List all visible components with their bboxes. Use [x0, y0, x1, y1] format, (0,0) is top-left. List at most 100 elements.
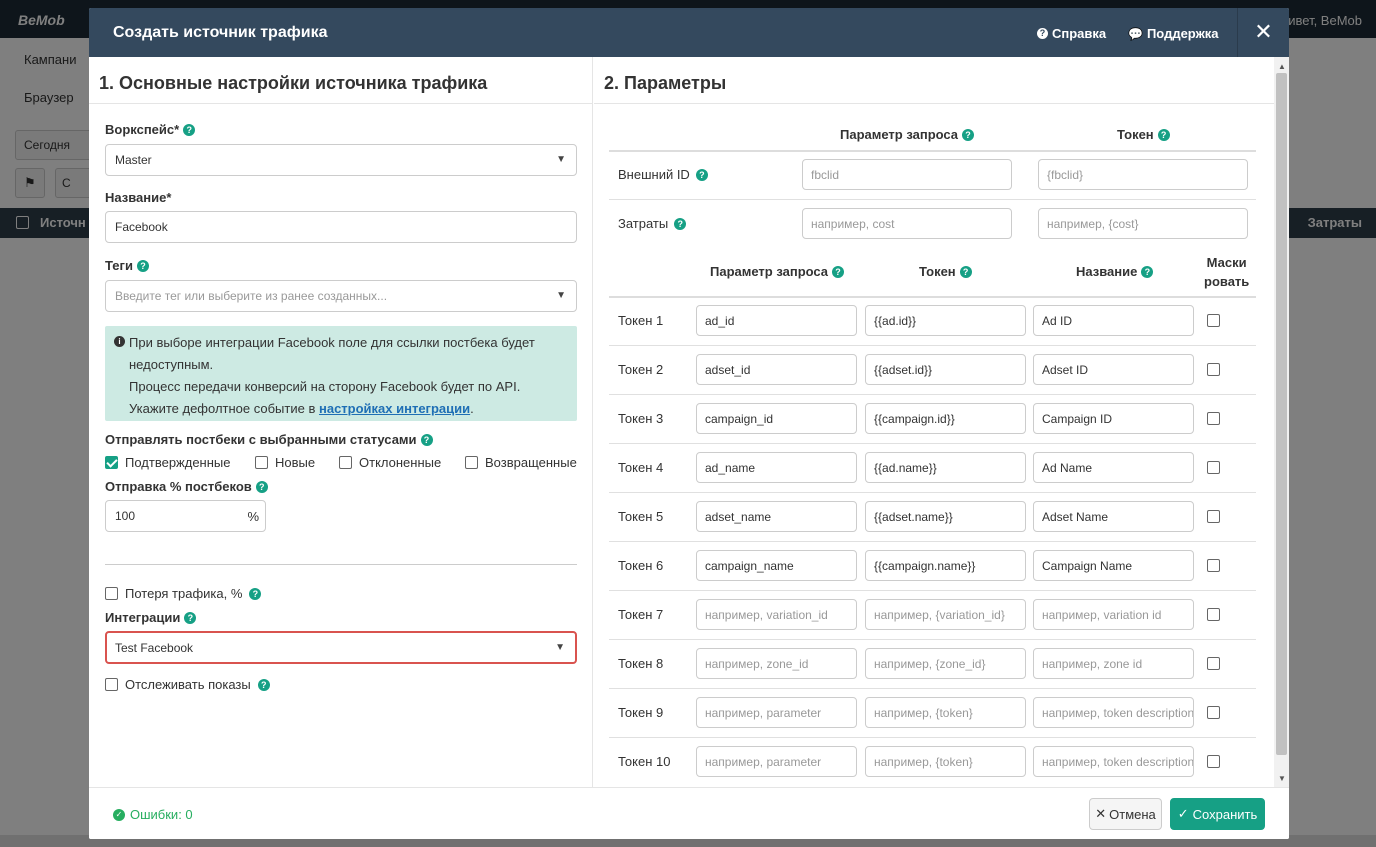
mask-checkbox[interactable]: [1207, 412, 1220, 425]
help-link[interactable]: ? Справка: [1037, 26, 1106, 41]
token-value-input[interactable]: например, {token}: [865, 697, 1026, 728]
token-label: Токен 1: [618, 313, 664, 328]
integrations-select[interactable]: Test Facebook ▼: [105, 631, 577, 664]
support-link[interactable]: 💬 Поддержка: [1128, 26, 1219, 41]
token-param-input[interactable]: ad_id: [696, 305, 857, 336]
status-new[interactable]: Новые: [255, 455, 315, 470]
scroll-down-arrow[interactable]: ▼: [1278, 774, 1286, 783]
token-name-input[interactable]: Campaign ID: [1033, 403, 1194, 434]
checkbox[interactable]: [105, 587, 118, 600]
token-value-input[interactable]: например, {zone_id}: [865, 648, 1026, 679]
mask-checkbox[interactable]: [1207, 608, 1220, 621]
token-value-input[interactable]: например, {token}: [865, 746, 1026, 777]
basic-settings-pane: 1. Основные настройки источника трафика …: [89, 57, 593, 787]
token-value-input[interactable]: например, {variation_id}: [865, 599, 1026, 630]
help-icon[interactable]: ?: [1157, 128, 1170, 141]
mask-checkbox[interactable]: [1207, 314, 1220, 327]
token-value-input[interactable]: {{campaign.id}}: [865, 403, 1026, 434]
token-param-input[interactable]: adset_id: [696, 354, 857, 385]
help-icon[interactable]: ?: [249, 587, 262, 600]
token-name-input[interactable]: например, variation id: [1033, 599, 1194, 630]
token-param-input[interactable]: campaign_id: [696, 403, 857, 434]
token-name-input[interactable]: Adset Name: [1033, 501, 1194, 532]
help-icon[interactable]: ?: [420, 433, 433, 446]
status-confirmed[interactable]: Подтвержденные: [105, 455, 231, 470]
tags-select[interactable]: Введите тег или выберите из ранее создан…: [105, 280, 577, 312]
token-value-input[interactable]: {{campaign.name}}: [865, 550, 1026, 581]
modal-footer: ✓ Ошибки: 0 ✕ Отмена ✓ Сохранить: [89, 787, 1289, 839]
external-id-token-input[interactable]: {fbclid}: [1038, 159, 1248, 190]
help-icon[interactable]: ?: [257, 678, 270, 691]
postback-percent-input[interactable]: 100 %: [105, 500, 266, 532]
external-id-label: Внешний ID ?: [618, 167, 708, 182]
mask-checkbox[interactable]: [1207, 559, 1220, 572]
token-name-input[interactable]: Campaign Name: [1033, 550, 1194, 581]
token-column-header: Токен ?: [919, 264, 972, 279]
costs-token-input[interactable]: например, {cost}: [1038, 208, 1248, 239]
checkbox[interactable]: [465, 456, 478, 469]
token-param-input[interactable]: например, parameter: [696, 746, 857, 777]
token-name-input[interactable]: например, token description: [1033, 746, 1194, 777]
track-impressions-option[interactable]: Отслеживать показы ?: [105, 677, 270, 692]
chat-icon: 💬: [1128, 26, 1143, 41]
name-input[interactable]: Facebook: [105, 211, 577, 243]
parameters-title: 2. Параметры: [604, 73, 727, 93]
postback-percent-label: Отправка % постбеков ?: [105, 479, 268, 494]
chevron-down-icon: ▼: [556, 290, 566, 301]
traffic-loss-option[interactable]: Потеря трафика, % ?: [105, 586, 262, 601]
token-name-input[interactable]: например, zone id: [1033, 648, 1194, 679]
postback-statuses-label: Отправлять постбеки с выбранными статуса…: [105, 432, 433, 447]
mask-checkbox[interactable]: [1207, 510, 1220, 523]
status-returned[interactable]: Возвращенные: [465, 455, 577, 470]
mask-checkbox[interactable]: [1207, 363, 1220, 376]
integration-settings-link[interactable]: настройках интеграции: [319, 401, 470, 416]
checkbox[interactable]: [105, 678, 118, 691]
token-value-input[interactable]: {{adset.name}}: [865, 501, 1026, 532]
workspace-select[interactable]: Master ▼: [105, 144, 577, 176]
close-icon[interactable]: ✕: [1237, 8, 1289, 57]
help-icon[interactable]: ?: [832, 265, 845, 278]
modal-header: Создать источник трафика ? Справка 💬 Под…: [89, 8, 1289, 57]
save-button[interactable]: ✓ Сохранить: [1170, 798, 1265, 830]
token-name-input[interactable]: Adset ID: [1033, 354, 1194, 385]
mask-checkbox[interactable]: [1207, 755, 1220, 768]
cancel-button[interactable]: ✕ Отмена: [1089, 798, 1162, 830]
modal-scrollbar[interactable]: ▲ ▼: [1274, 57, 1289, 787]
scroll-thumb[interactable]: [1276, 73, 1287, 755]
token-param-input[interactable]: adset_name: [696, 501, 857, 532]
help-icon[interactable]: ?: [255, 480, 268, 493]
name-column-header: Название ?: [1076, 264, 1154, 279]
help-icon[interactable]: ?: [695, 168, 708, 181]
help-icon[interactable]: ?: [184, 611, 197, 624]
external-id-param-input[interactable]: fbclid: [802, 159, 1012, 190]
status-rejected[interactable]: Отклоненные: [339, 455, 441, 470]
help-icon[interactable]: ?: [959, 265, 972, 278]
token-value-input[interactable]: {{adset.id}}: [865, 354, 1026, 385]
help-icon[interactable]: ?: [136, 259, 149, 272]
help-icon[interactable]: ?: [183, 123, 196, 136]
token-param-input[interactable]: например, parameter: [696, 697, 857, 728]
token-param-input[interactable]: например, variation_id: [696, 599, 857, 630]
checkbox[interactable]: [339, 456, 352, 469]
token-name-input[interactable]: например, token description: [1033, 697, 1194, 728]
section-divider: [105, 564, 577, 565]
question-icon: ?: [1037, 28, 1048, 39]
token-name-input[interactable]: Ad ID: [1033, 305, 1194, 336]
row-divider: [609, 541, 1256, 542]
token-value-input[interactable]: {{ad.name}}: [865, 452, 1026, 483]
mask-checkbox[interactable]: [1207, 461, 1220, 474]
help-icon[interactable]: ?: [1141, 265, 1154, 278]
checkbox[interactable]: [255, 456, 268, 469]
token-name-input[interactable]: Ad Name: [1033, 452, 1194, 483]
token-value-input[interactable]: {{ad.id}}: [865, 305, 1026, 336]
costs-param-input[interactable]: например, cost: [802, 208, 1012, 239]
help-icon[interactable]: ?: [674, 217, 687, 230]
mask-checkbox[interactable]: [1207, 657, 1220, 670]
help-icon[interactable]: ?: [962, 128, 975, 141]
token-param-input[interactable]: campaign_name: [696, 550, 857, 581]
token-param-input[interactable]: например, zone_id: [696, 648, 857, 679]
scroll-up-arrow[interactable]: ▲: [1278, 62, 1286, 71]
checkbox-checked[interactable]: [105, 456, 118, 469]
token-param-input[interactable]: ad_name: [696, 452, 857, 483]
mask-checkbox[interactable]: [1207, 706, 1220, 719]
